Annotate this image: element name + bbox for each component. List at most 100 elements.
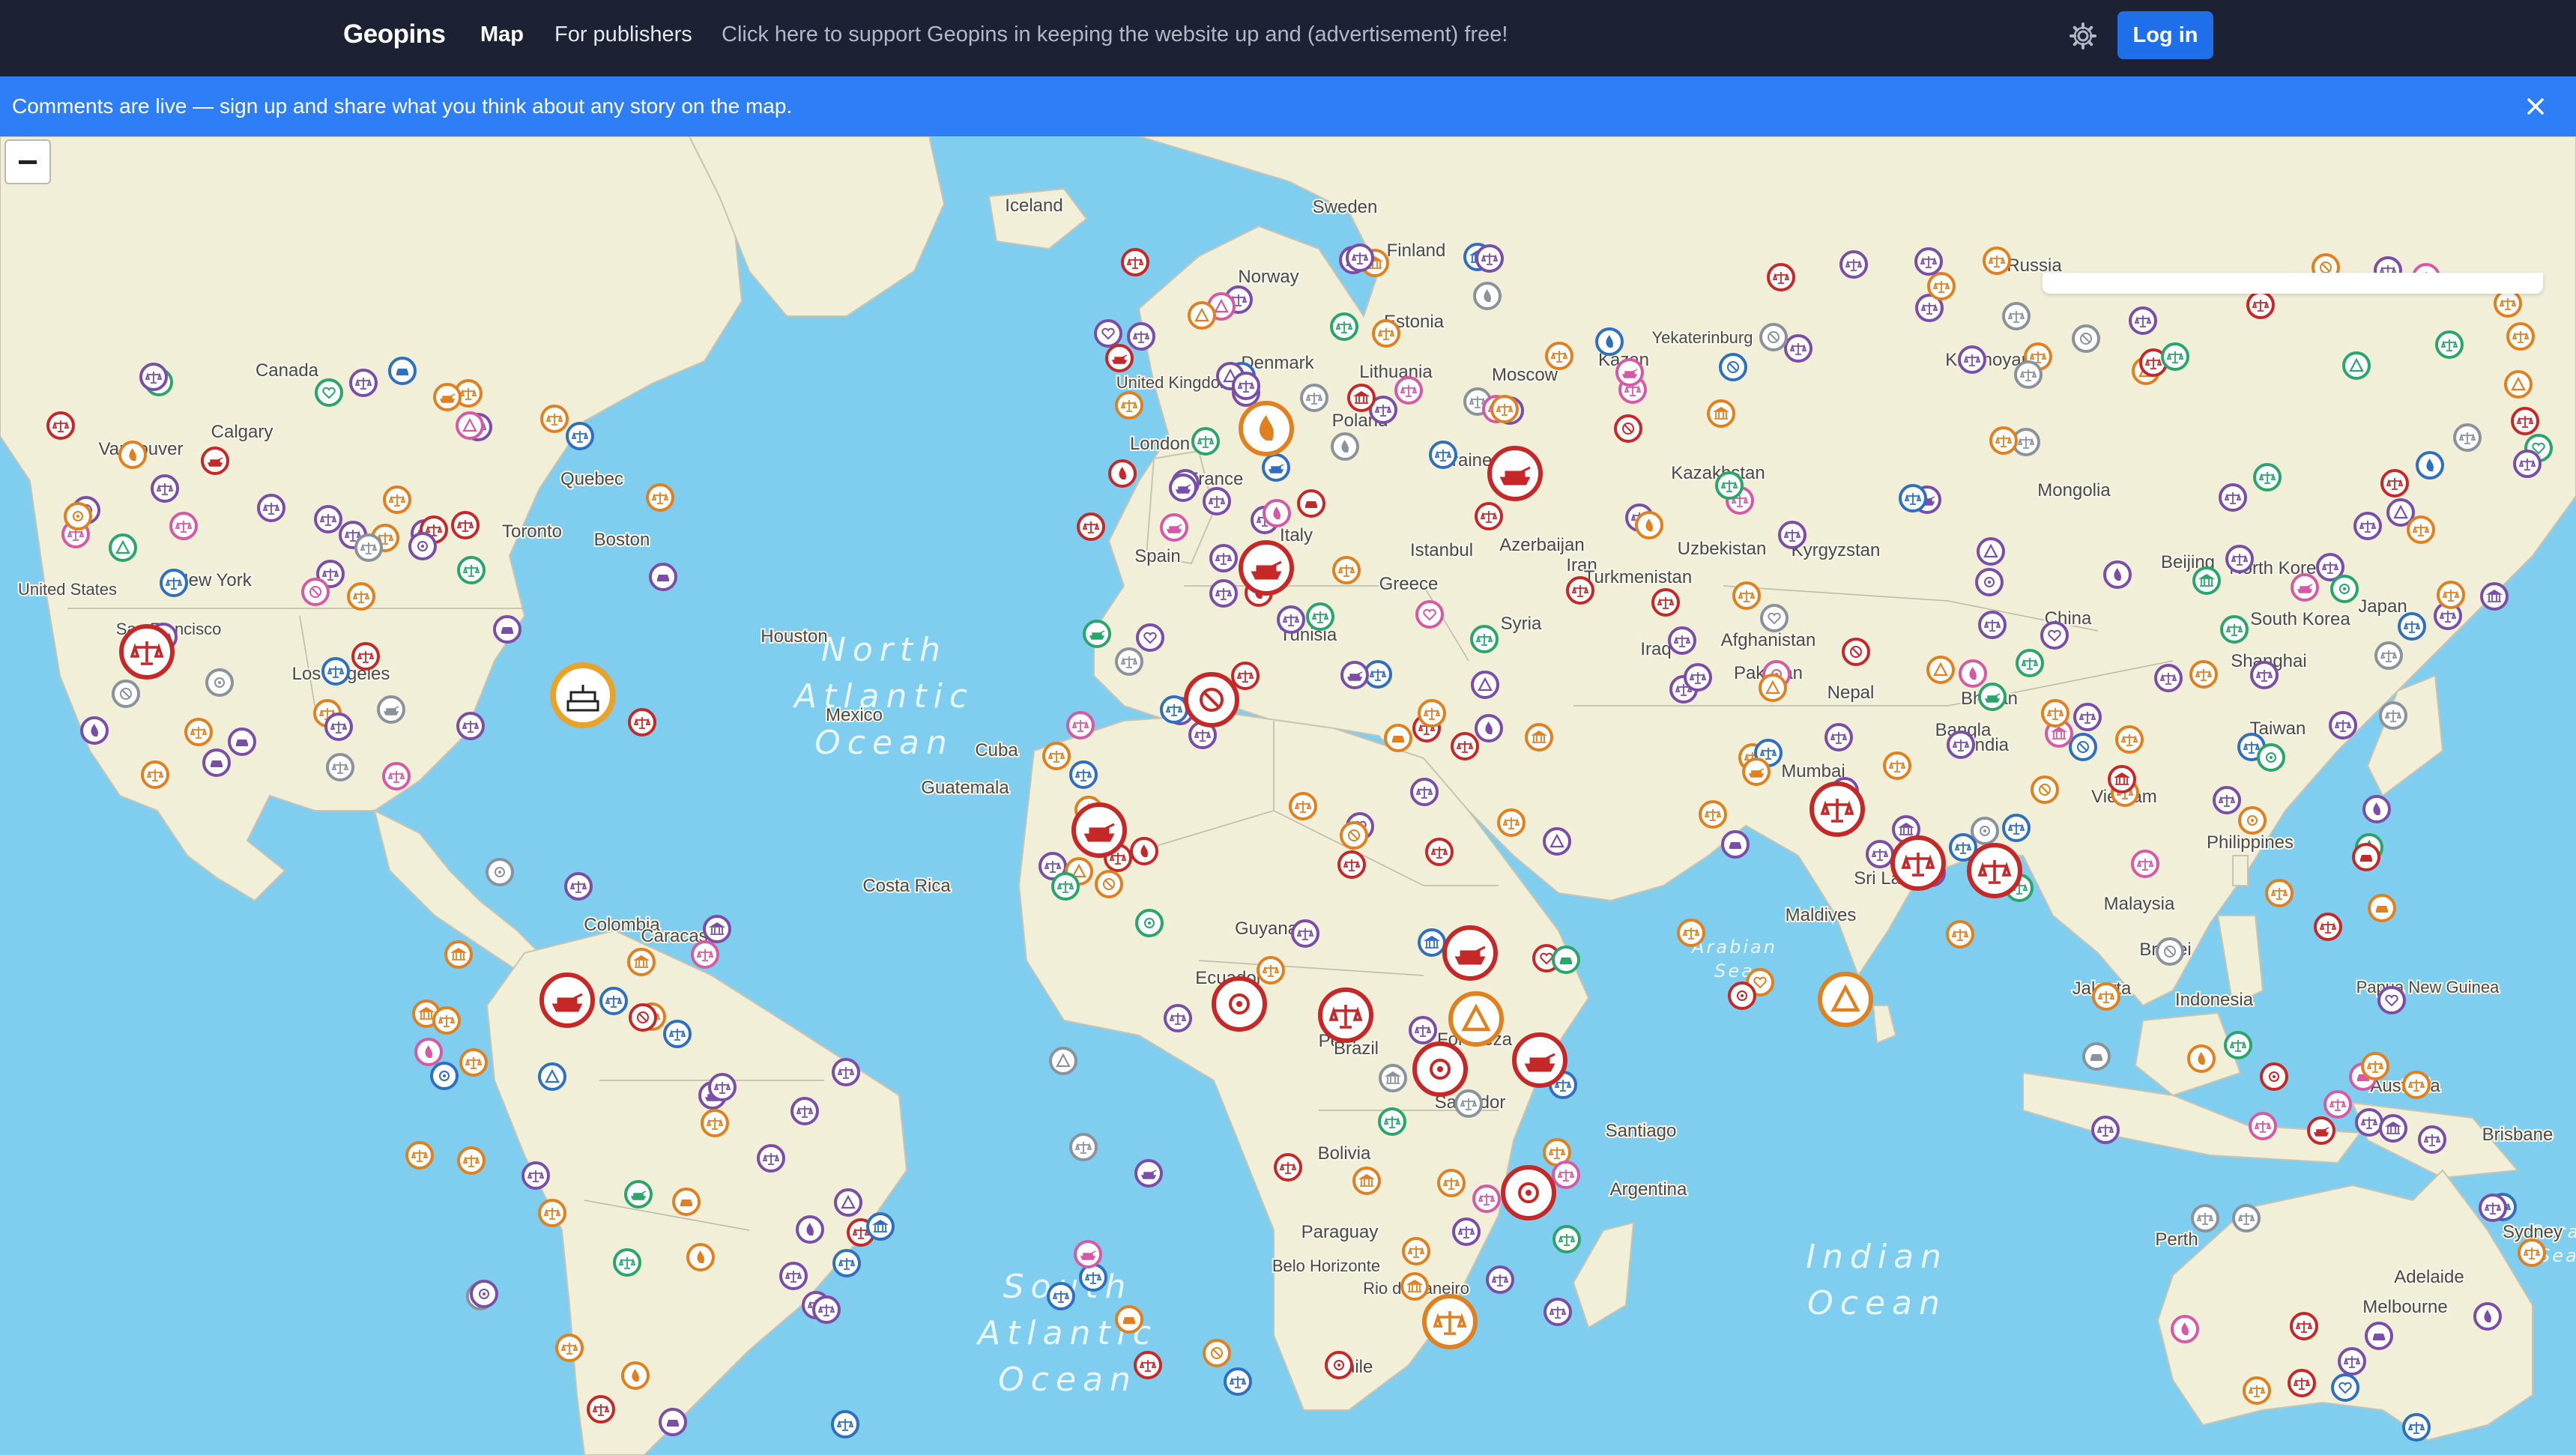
speech-icon[interactable]	[1191, 427, 1220, 456]
fist-icon[interactable]	[2437, 581, 2465, 609]
scales-icon[interactable]	[2355, 1108, 2383, 1137]
cake-icon[interactable]	[832, 1249, 861, 1277]
car-icon[interactable]	[1115, 1305, 1143, 1334]
tank-icon[interactable]	[201, 447, 229, 475]
gun-icon[interactable]	[566, 422, 594, 450]
film-icon[interactable]	[1452, 1217, 1481, 1246]
plane-icon[interactable]	[1069, 760, 1098, 789]
pill-icon[interactable]	[2513, 450, 2542, 478]
nav-link-map[interactable]: Map	[480, 22, 524, 47]
film-icon[interactable]	[2353, 512, 2382, 540]
fist-icon[interactable]	[119, 624, 175, 680]
fire-icon[interactable]	[2103, 560, 2132, 589]
fist-icon[interactable]	[141, 760, 169, 789]
car-icon[interactable]	[2368, 894, 2396, 922]
paw-icon[interactable]	[1684, 663, 1712, 692]
tank-icon[interactable]	[1169, 474, 1197, 502]
bank-icon[interactable]	[2108, 765, 2136, 793]
plane-icon[interactable]	[2379, 701, 2407, 730]
scales-icon[interactable]	[160, 569, 188, 597]
fist-icon[interactable]	[2314, 913, 2342, 941]
gun-icon[interactable]	[459, 1048, 488, 1077]
warning-icon[interactable]	[1448, 991, 1504, 1047]
film-icon[interactable]	[1079, 1263, 1107, 1292]
pill-icon[interactable]	[2253, 463, 2282, 491]
no-entry-icon[interactable]	[112, 680, 140, 708]
fist-icon[interactable]	[790, 1097, 819, 1125]
target-icon[interactable]	[2257, 743, 2285, 772]
target-icon[interactable]	[2238, 806, 2267, 835]
fire-icon[interactable]	[414, 1038, 443, 1066]
film-icon[interactable]	[1677, 919, 1705, 947]
tank-icon[interactable]	[1340, 661, 1369, 689]
car-icon[interactable]	[672, 1188, 701, 1216]
target-icon[interactable]	[1412, 1041, 1468, 1097]
film-icon[interactable]	[1346, 243, 1374, 272]
plane-icon[interactable]	[1418, 699, 1446, 728]
heart-icon[interactable]	[1136, 623, 1164, 652]
fire-icon[interactable]	[1108, 459, 1137, 488]
gun-icon[interactable]	[1257, 956, 1285, 984]
tank-icon[interactable]	[1074, 1240, 1102, 1268]
speech-icon[interactable]	[2115, 725, 2144, 754]
no-entry-icon[interactable]	[2031, 775, 2059, 804]
newspaper-icon[interactable]	[1127, 322, 1155, 351]
scales-icon[interactable]	[405, 1141, 434, 1170]
paw-icon[interactable]	[2407, 515, 2435, 544]
target-icon[interactable]	[486, 858, 514, 886]
pill-icon[interactable]	[1121, 248, 1149, 276]
scales-icon[interactable]	[2191, 1204, 2219, 1232]
plane-icon[interactable]	[1947, 730, 1975, 759]
warning-icon[interactable]	[109, 533, 137, 562]
scales-icon[interactable]	[1409, 1016, 1437, 1044]
fist-icon[interactable]	[1454, 1089, 1483, 1118]
film-icon[interactable]	[757, 1144, 785, 1173]
speech-icon[interactable]	[1077, 512, 1105, 541]
scales-icon[interactable]	[2016, 649, 2044, 677]
fist-icon[interactable]	[1066, 711, 1095, 739]
film-icon[interactable]	[2002, 814, 2031, 842]
chart-icon[interactable]	[812, 1295, 841, 1324]
biohazard-icon[interactable]	[1914, 247, 1943, 276]
bank-icon[interactable]	[1418, 928, 1446, 957]
paw-icon[interactable]	[1047, 1282, 1075, 1310]
biohazard-icon[interactable]	[382, 762, 411, 790]
fist-icon[interactable]	[184, 718, 213, 746]
gun-icon[interactable]	[1958, 345, 1986, 374]
fire-icon[interactable]	[2416, 451, 2444, 480]
tank-icon[interactable]	[1239, 540, 1294, 596]
warning-icon[interactable]	[456, 411, 484, 440]
bank-icon[interactable]	[1707, 399, 1735, 428]
car-icon[interactable]	[202, 748, 231, 777]
no-entry-icon[interactable]	[1184, 672, 1239, 728]
warning-icon[interactable]	[1759, 674, 1787, 702]
speech-icon[interactable]	[1699, 800, 1727, 829]
tank-icon[interactable]	[433, 383, 462, 411]
cake-icon[interactable]	[2014, 360, 2043, 389]
fire-icon[interactable]	[118, 441, 147, 469]
paw-icon[interactable]	[1300, 384, 1328, 412]
fist-icon[interactable]	[663, 1020, 692, 1048]
chart-icon[interactable]	[831, 1410, 859, 1439]
cake-icon[interactable]	[2402, 1071, 2431, 1099]
paw-icon[interactable]	[2435, 330, 2464, 359]
no-entry-icon[interactable]	[2072, 324, 2100, 353]
cake-icon[interactable]	[2329, 711, 2357, 739]
gun-icon[interactable]	[1160, 695, 1188, 724]
gun-icon[interactable]	[1134, 1351, 1162, 1379]
tank-icon[interactable]	[1083, 620, 1111, 648]
gun-icon[interactable]	[2380, 469, 2409, 497]
cake-icon[interactable]	[354, 533, 383, 562]
brand-logo[interactable]: Geopins	[343, 19, 446, 49]
fire-icon[interactable]	[1473, 282, 1502, 310]
world-map[interactable]: NorthAtlanticOceanSouthAtlanticOceanIndi…	[0, 136, 2576, 1455]
biohazard-icon[interactable]	[1372, 319, 1400, 348]
car-icon[interactable]	[1721, 830, 1750, 859]
warning-icon[interactable]	[1818, 972, 1873, 1027]
fist-icon[interactable]	[2129, 306, 2157, 335]
target-icon[interactable]	[1728, 981, 1756, 1010]
paw-icon[interactable]	[1277, 605, 1305, 634]
biohazard-icon[interactable]	[2250, 661, 2279, 689]
scales-icon[interactable]	[2506, 322, 2535, 351]
fire-icon[interactable]	[1130, 837, 1158, 865]
